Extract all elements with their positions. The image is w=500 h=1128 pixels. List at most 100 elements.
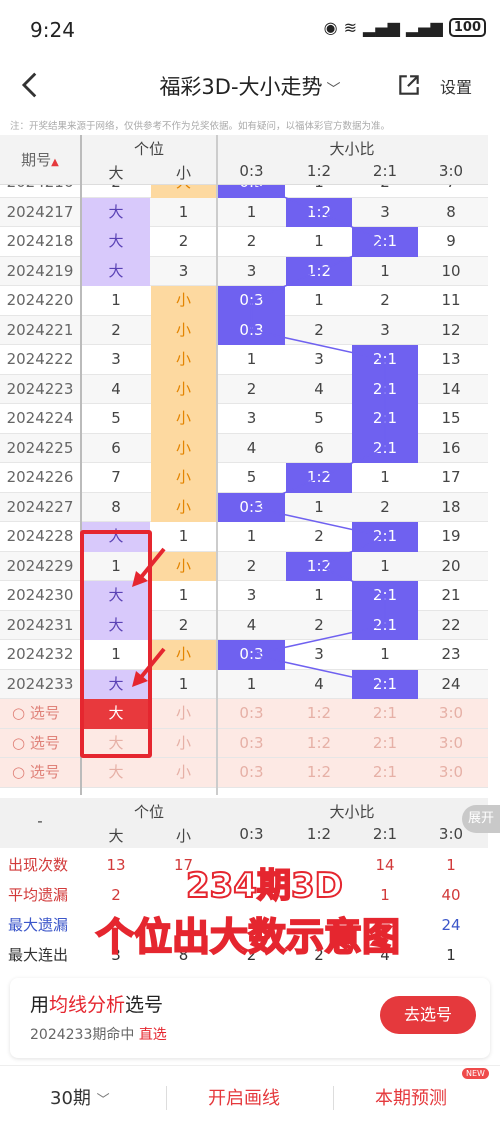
- share-icon[interactable]: [396, 72, 422, 98]
- select-cell[interactable]: 3:0: [418, 699, 484, 729]
- predict-button[interactable]: 本期预测: [375, 1084, 447, 1110]
- select-cell[interactable]: 0:3: [218, 729, 285, 759]
- expand-button[interactable]: 展开: [462, 805, 500, 833]
- select-cell[interactable]: 2:1: [352, 729, 418, 759]
- stats-group-units: 个位: [133, 803, 164, 821]
- select-cell[interactable]: 1:2: [286, 758, 352, 788]
- settings-button[interactable]: 设置: [440, 74, 472, 98]
- value-cell: 8: [111, 497, 121, 516]
- select-cell[interactable]: 0:3: [218, 699, 285, 729]
- table-row: 2024220 1 小 0:3 1 2 11: [0, 286, 488, 316]
- value-cell: 小: [151, 286, 216, 316]
- select-cell[interactable]: 小: [151, 729, 216, 759]
- select-row[interactable]: ○ 选号大小 0:3 1:2 2:1 3:0: [0, 728, 488, 759]
- period-cell: 2024224: [6, 409, 74, 427]
- period-selector[interactable]: 30期 ﹀: [50, 1084, 110, 1110]
- stats-value: 13: [106, 856, 126, 874]
- select-cell[interactable]: 2:1: [352, 758, 418, 788]
- value-cell: 1: [380, 261, 390, 280]
- title-bar: 福彩3D-大小走势 ﹀ 设置: [0, 62, 500, 110]
- period-cell: 2024225: [6, 438, 74, 457]
- go-select-button[interactable]: 去选号: [380, 996, 476, 1034]
- battery-icon: 100: [448, 18, 486, 37]
- period-cell: 2024217: [6, 202, 74, 221]
- period-cell: 2024223: [6, 379, 74, 398]
- value-cell: 2:1: [352, 610, 418, 640]
- value-cell: 5: [111, 409, 121, 427]
- value-cell: 小: [151, 433, 216, 463]
- select-cell[interactable]: 3:0: [418, 729, 484, 759]
- select-label[interactable]: ○ 选号: [0, 699, 80, 729]
- card-title: 用均线分析选号: [30, 994, 164, 1016]
- sub-header-2-1: 2:1: [372, 162, 398, 180]
- value-cell: 3: [314, 645, 324, 663]
- value-cell: 小: [151, 315, 216, 345]
- period-cell: 2024221: [6, 320, 74, 339]
- status-time: 9:24: [30, 18, 75, 42]
- value-cell: 8: [446, 202, 456, 221]
- draw-line-button[interactable]: 开启画线: [208, 1084, 280, 1110]
- radio-icon: ○: [12, 733, 26, 752]
- value-cell: 1: [314, 291, 324, 309]
- select-cell[interactable]: 大: [82, 758, 150, 788]
- chevron-down-icon: ﹀: [96, 1093, 110, 1108]
- select-label[interactable]: ○ 选号: [0, 758, 80, 788]
- value-cell: 2:1: [352, 522, 418, 552]
- eye-icon: ◉: [323, 18, 338, 37]
- select-label[interactable]: ○ 选号: [0, 729, 80, 759]
- value-cell: 15: [441, 409, 461, 427]
- select-cell[interactable]: 3:0: [418, 758, 484, 788]
- stats-sub-2-1: 2:1: [372, 825, 398, 843]
- select-cell[interactable]: 小: [151, 699, 216, 729]
- select-cell[interactable]: 0:3: [218, 758, 285, 788]
- period-header[interactable]: 期号▲: [0, 149, 80, 170]
- select-cell[interactable]: 小: [151, 758, 216, 788]
- value-cell: 小: [151, 404, 216, 434]
- signal-icon: ▂▄▆: [363, 18, 400, 37]
- select-cell[interactable]: 1:2: [286, 699, 352, 729]
- value-cell: 16: [441, 438, 461, 457]
- select-row[interactable]: ○ 选号大小 0:3 1:2 2:1 3:0: [0, 758, 488, 788]
- group-units-header: 个位: [133, 140, 164, 158]
- bottom-bar: 30期 ﹀ 开启画线 本期预测: [0, 1065, 500, 1128]
- select-row[interactable]: ○ 选号大小 0:3 1:2 2:1 3:0: [0, 699, 488, 729]
- value-cell: 4: [246, 615, 257, 634]
- value-cell: 2: [178, 615, 189, 634]
- radio-icon: ○: [12, 704, 26, 722]
- period-cell: 2024230: [6, 586, 74, 604]
- table-row: 2024217 大 1 1 1:2 3 8: [0, 197, 488, 227]
- page-title[interactable]: 福彩3D-大小走势 ﹀: [0, 71, 500, 101]
- value-cell: 2: [314, 615, 324, 634]
- value-cell: 13: [441, 350, 461, 368]
- value-cell: 1: [314, 232, 324, 250]
- trend-table[interactable]: 期号▲ 个位 大小比 大 小 0:3 1:2 2:1 3:0 20242162大…: [0, 135, 488, 795]
- table-row: 2024219 大 3 3 1:2 1 10: [0, 256, 488, 286]
- value-cell: 2:1: [352, 433, 418, 463]
- value-cell: 2: [380, 291, 390, 309]
- value-cell: 11: [441, 291, 461, 309]
- value-cell: 5: [314, 409, 324, 427]
- value-cell: 2: [314, 320, 324, 339]
- value-cell: 0:3: [218, 492, 285, 522]
- value-cell: 大: [82, 197, 150, 227]
- chevron-down-icon: ﹀: [326, 82, 341, 98]
- table-row: 2024221 2 小 0:3 2 3 12: [0, 315, 488, 345]
- radio-icon: ○: [12, 763, 26, 781]
- value-cell: 1: [380, 468, 390, 486]
- value-cell: 1: [246, 202, 257, 221]
- table-header: 期号▲ 个位 大小比 大 小 0:3 1:2 2:1 3:0: [0, 135, 488, 185]
- sub-header-3-0: 3:0: [438, 162, 464, 180]
- new-badge: NEW: [462, 1068, 489, 1079]
- value-cell: 3: [380, 320, 390, 339]
- value-cell: 大: [82, 256, 150, 286]
- value-cell: 1: [380, 645, 390, 663]
- sub-header-1-2: 1:2: [306, 162, 332, 180]
- stats-value: 24: [441, 916, 461, 934]
- select-cell[interactable]: 1:2: [286, 729, 352, 759]
- stats-sub-1-2: 1:2: [306, 825, 332, 843]
- stats-label: 最大连出: [8, 946, 69, 964]
- stats-value: 1: [446, 946, 456, 964]
- period-cell: 2024228: [6, 527, 74, 545]
- select-cell[interactable]: 2:1: [352, 699, 418, 729]
- table-row: 2024231 大 2 4 2 2:1 22: [0, 610, 488, 640]
